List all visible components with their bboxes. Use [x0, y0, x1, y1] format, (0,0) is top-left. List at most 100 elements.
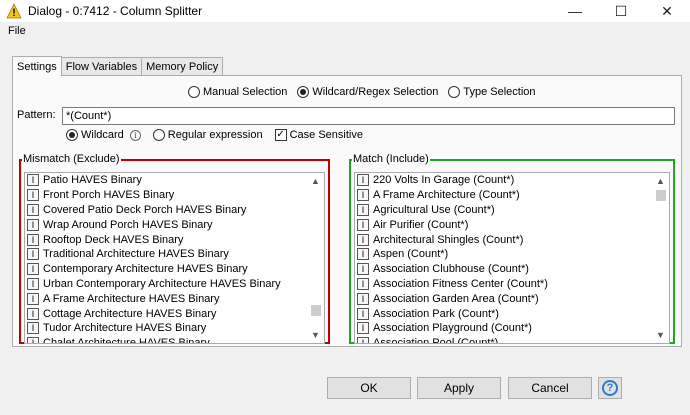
info-icon[interactable]: i: [129, 129, 141, 141]
list-item-label: Association Garden Area (Count*): [373, 292, 539, 305]
list-item-label: Aspen (Count*): [373, 248, 449, 261]
help-button[interactable]: ?: [598, 377, 622, 399]
list-item[interactable]: I Urban Contemporary Architecture HAVES B…: [25, 277, 306, 292]
column-type-icon: I: [27, 292, 39, 305]
list-item[interactable]: I Covered Patio Deck Porch HAVES Binary: [25, 203, 306, 218]
type-selection-option[interactable]: Type Selection: [448, 86, 536, 98]
list-item[interactable]: I A Frame Architecture (Count*): [355, 188, 651, 203]
scroll-up-icon[interactable]: ▲: [307, 173, 324, 189]
scroll-down-icon[interactable]: ▼: [307, 327, 324, 343]
ok-button[interactable]: OK: [327, 377, 411, 399]
list-item-label: Urban Contemporary Architecture HAVES Bi…: [43, 277, 281, 290]
apply-button[interactable]: Apply: [417, 377, 501, 399]
maximize-button[interactable]: ☐: [598, 0, 644, 22]
column-type-icon: I: [27, 248, 39, 261]
list-item-label: Association Playground (Count*): [373, 322, 532, 335]
column-type-icon: I: [357, 203, 369, 216]
list-item-label: Front Porch HAVES Binary: [43, 189, 175, 202]
list-item[interactable]: I Chalet Architecture HAVES Binary: [25, 336, 306, 343]
wildcard-label: Wildcard: [81, 129, 124, 141]
list-item[interactable]: I Wrap Around Porch HAVES Binary: [25, 217, 306, 232]
pattern-label: Pattern:: [17, 109, 56, 121]
wildcard-option[interactable]: Wildcard i: [66, 129, 141, 141]
type-selection-radio[interactable]: [448, 86, 461, 98]
list-item[interactable]: I Rooftop Deck HAVES Binary: [25, 232, 306, 247]
column-type-icon: I: [27, 233, 39, 246]
column-type-icon: I: [357, 233, 369, 246]
list-item[interactable]: I Architectural Shingles (Count*): [355, 232, 651, 247]
column-type-icon: I: [357, 218, 369, 231]
list-item[interactable]: I Agricultural Use (Count*): [355, 203, 651, 218]
manual-selection-label: Manual Selection: [203, 86, 288, 98]
mismatch-scrollbar[interactable]: ▲ ▼: [307, 173, 324, 343]
list-item-label: 220 Volts In Garage (Count*): [373, 174, 515, 187]
selection-mode-group: Manual Selection Wildcard/Regex Selectio…: [188, 86, 546, 98]
match-include-group: Match (Include) I 220 Volts In Garage (Co…: [349, 154, 675, 344]
manual-selection-radio[interactable]: [188, 86, 200, 98]
list-item[interactable]: I Association Clubhouse (Count*): [355, 262, 651, 277]
column-type-icon: I: [27, 307, 39, 320]
list-item-label: Tudor Architecture HAVES Binary: [43, 322, 207, 335]
list-item-label: Traditional Architecture HAVES Binary: [43, 248, 229, 261]
list-item[interactable]: I Front Porch HAVES Binary: [25, 188, 306, 203]
list-item[interactable]: I Contemporary Architecture HAVES Binary: [25, 262, 306, 277]
list-item[interactable]: I Association Garden Area (Count*): [355, 291, 651, 306]
list-item-label: Air Purifier (Count*): [373, 218, 469, 231]
list-item[interactable]: I Association Playground (Count*): [355, 321, 651, 336]
cancel-button[interactable]: Cancel: [508, 377, 592, 399]
list-item[interactable]: I 220 Volts In Garage (Count*): [355, 173, 651, 188]
column-type-icon: I: [357, 248, 369, 261]
close-button[interactable]: ✕: [644, 0, 690, 22]
list-item[interactable]: I Association Fitness Center (Count*): [355, 277, 651, 292]
case-sensitive-option[interactable]: ✓ Case Sensitive: [274, 129, 363, 141]
list-item-label: A Frame Architecture (Count*): [373, 189, 520, 202]
pattern-input[interactable]: [62, 107, 675, 125]
match-list[interactable]: I 220 Volts In Garage (Count*) I A Frame Ar…: [354, 172, 670, 344]
case-sensitive-checkbox[interactable]: ✓: [274, 129, 287, 141]
regex-option[interactable]: Regular expression: [152, 129, 263, 141]
menu-file[interactable]: File: [8, 25, 26, 37]
list-item-label: Chalet Architecture HAVES Binary: [43, 337, 210, 343]
column-type-icon: I: [357, 174, 369, 187]
list-item[interactable]: I Patio HAVES Binary: [25, 173, 306, 188]
list-item[interactable]: I Association Pool (Count*): [355, 336, 651, 343]
column-type-icon: I: [27, 203, 39, 216]
column-type-icon: I: [357, 337, 369, 343]
column-type-icon: I: [357, 189, 369, 202]
mismatch-legend: Mismatch (Exclude): [23, 153, 120, 165]
match-scrollbar[interactable]: ▲ ▼: [652, 173, 669, 343]
list-item[interactable]: I Traditional Architecture HAVES Binary: [25, 247, 306, 262]
column-type-icon: I: [27, 277, 39, 290]
scroll-up-icon[interactable]: ▲: [652, 173, 669, 189]
list-item-label: Contemporary Architecture HAVES Binary: [43, 263, 248, 276]
list-item-label: Architectural Shingles (Count*): [373, 233, 524, 246]
list-item[interactable]: I Tudor Architecture HAVES Binary: [25, 321, 306, 336]
tab-flow-variables[interactable]: Flow Variables: [60, 57, 143, 75]
manual-selection-option[interactable]: Manual Selection: [188, 86, 287, 98]
list-item[interactable]: I Aspen (Count*): [355, 247, 651, 262]
column-type-icon: I: [27, 218, 39, 231]
menu-bar: File: [0, 22, 690, 42]
list-item[interactable]: I Air Purifier (Count*): [355, 217, 651, 232]
list-item[interactable]: I A Frame Architecture HAVES Binary: [25, 291, 306, 306]
list-item[interactable]: I Association Park (Count*): [355, 306, 651, 321]
warning-icon: [6, 3, 22, 19]
wildcard-radio[interactable]: [66, 129, 78, 141]
mismatch-list[interactable]: I Patio HAVES Binary I Front Porch HAVES Bi…: [24, 172, 325, 344]
wildcard-regex-selection-radio[interactable]: [297, 86, 310, 98]
scroll-thumb[interactable]: [656, 190, 666, 201]
window-title: Dialog - 0:7412 - Column Splitter: [28, 4, 203, 18]
scroll-down-icon[interactable]: ▼: [652, 327, 669, 343]
list-item[interactable]: I Cottage Architecture HAVES Binary: [25, 306, 306, 321]
scroll-thumb[interactable]: [311, 305, 321, 316]
tab-memory-policy[interactable]: Memory Policy: [141, 57, 224, 75]
title-bar: Dialog - 0:7412 - Column Splitter — ☐ ✕: [0, 0, 690, 22]
wildcard-regex-selection-option[interactable]: Wildcard/Regex Selection: [297, 86, 438, 98]
minimize-button[interactable]: —: [552, 0, 598, 22]
column-type-icon: I: [357, 263, 369, 276]
regex-radio[interactable]: [152, 129, 165, 141]
mismatch-items: I Patio HAVES Binary I Front Porch HAVES Bi…: [25, 173, 306, 343]
tab-settings[interactable]: Settings: [12, 56, 62, 76]
column-type-icon: I: [357, 277, 369, 290]
settings-panel: Manual Selection Wildcard/Regex Selectio…: [12, 75, 682, 347]
